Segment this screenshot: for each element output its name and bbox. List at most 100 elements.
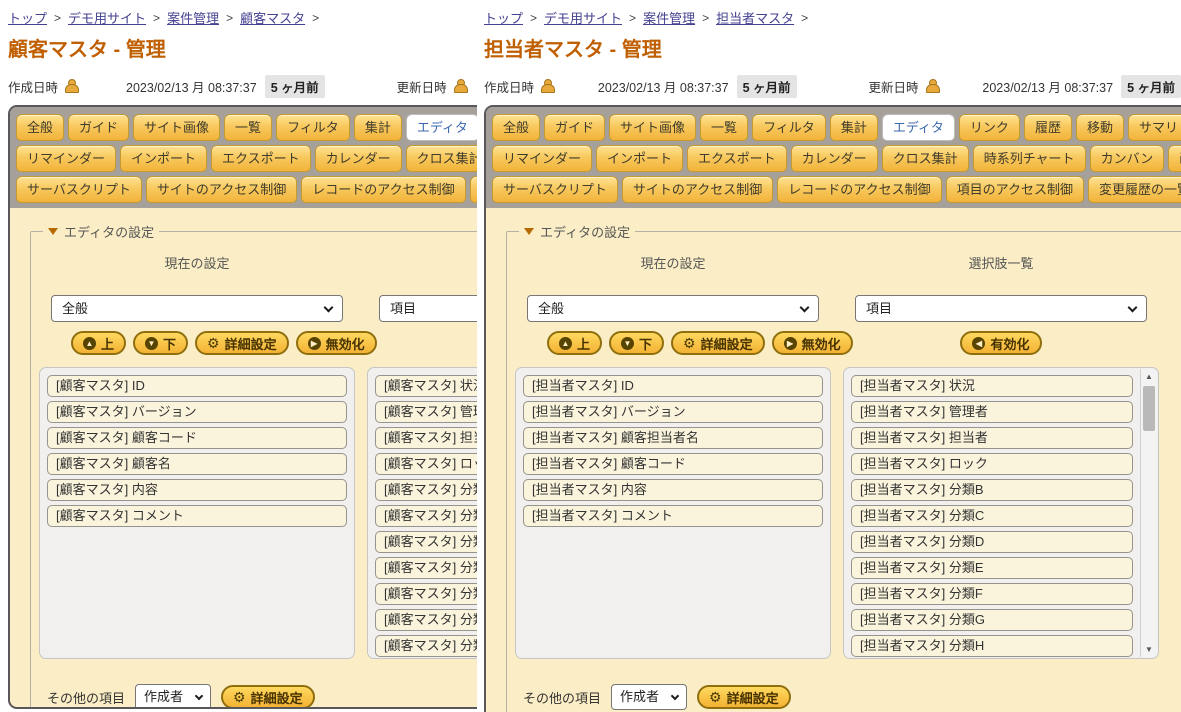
collapse-triangle-icon[interactable] [48,228,58,235]
scrollbar-thumb[interactable] [1143,386,1155,431]
tab[interactable]: サーバスクリプト [492,176,618,203]
other-fields-select[interactable]: 作成者 [611,684,687,710]
tab[interactable]: 変更履歴の一覧 [1088,176,1181,203]
field-item[interactable]: [担当者マスタ] 顧客担当者名 [523,427,823,449]
choices-list[interactable]: [担当者マスタ] 状況[担当者マスタ] 管理者[担当者マスタ] 担当者[担当者マ… [843,367,1159,659]
other-fields-select[interactable]: 作成者 [135,684,211,709]
field-item[interactable]: [顧客マスタ] ロック [375,453,477,475]
tab[interactable]: サマリ [1128,114,1181,141]
tab[interactable]: カレンダー [315,145,402,172]
field-item[interactable]: [顧客マスタ] コメント [47,505,347,527]
choices-select[interactable]: 項目 [379,295,477,322]
scrollbar-up-button[interactable]: ▲ [1141,369,1157,384]
tab[interactable]: サイト画像 [133,114,220,141]
tab[interactable]: 集計 [830,114,878,141]
breadcrumb-link[interactable]: 案件管理 [643,8,695,27]
tab[interactable]: 履歴 [1024,114,1072,141]
scrollbar[interactable]: ▲ ▼ [1140,369,1157,657]
tab[interactable]: 全般 [492,114,540,141]
tab[interactable]: 項目のアクセス制御 [946,176,1084,203]
field-item[interactable]: [担当者マスタ] 分類H [851,635,1133,657]
field-item[interactable]: [顧客マスタ] 顧客コード [47,427,347,449]
advanced-settings-button[interactable]: ⚙詳細設定 [671,331,765,355]
field-item[interactable]: [顧客マスタ] 分類G [375,609,477,631]
tab[interactable]: ガイド [544,114,605,141]
tab[interactable]: ガイド [68,114,129,141]
choices-list[interactable]: [顧客マスタ] 状況 [顧客マスタ] 管理者 [顧客マスタ] 担当者 [顧客マスタ] … [367,367,477,659]
field-item[interactable]: [顧客マスタ] 状況 [375,375,477,397]
move-up-button[interactable]: ▲上 [71,331,126,355]
tab[interactable]: クロス集計 [406,145,477,172]
field-item[interactable]: [顧客マスタ] 管理者 [375,401,477,423]
tab[interactable]: クロス集計 [882,145,969,172]
breadcrumb-link[interactable]: デモ用サイト [68,8,146,27]
tab[interactable]: インポート [120,145,207,172]
tab[interactable]: インポート [596,145,683,172]
breadcrumb-link[interactable]: 担当者マスタ [716,8,794,27]
tab[interactable]: サイト画像 [609,114,696,141]
tab[interactable]: レコードのアクセス制御 [777,176,941,203]
current-items-list[interactable]: [顧客マスタ] ID [顧客マスタ] バージョン [顧客マスタ] 顧客コード [顧客マ… [39,367,355,659]
tab[interactable]: 項目のアクセス制御 [470,176,477,203]
breadcrumb-link[interactable]: デモ用サイト [544,8,622,27]
field-item[interactable]: [担当者マスタ] 分類D [851,531,1133,553]
tab[interactable]: レコードのアクセス制御 [301,176,465,203]
field-item[interactable]: [顧客マスタ] 分類E [375,557,477,579]
field-item[interactable]: [担当者マスタ] コメント [523,505,823,527]
tab[interactable]: 一覧 [700,114,748,141]
disable-button[interactable]: ▶無効化 [772,331,853,355]
move-up-button[interactable]: ▲上 [547,331,602,355]
field-item[interactable]: [担当者マスタ] ロック [851,453,1133,475]
tab[interactable]: カンバン [1090,145,1165,172]
tab[interactable]: エクスポート [687,145,787,172]
field-item[interactable]: [担当者マスタ] バージョン [523,401,823,423]
field-item[interactable]: [担当者マスタ] 内容 [523,479,823,501]
breadcrumb-link[interactable]: トップ [484,8,523,27]
current-settings-select[interactable]: 全般 [527,295,819,322]
field-item[interactable]: [顧客マスタ] 分類B [375,479,477,501]
advanced-settings-button[interactable]: ⚙詳細設定 [697,685,791,709]
choices-select[interactable]: 項目 [855,295,1147,322]
scrollbar-down-button[interactable]: ▼ [1141,642,1157,657]
current-settings-select[interactable]: 全般 [51,295,343,322]
tab[interactable]: フィルタ [276,114,350,141]
field-item[interactable]: [担当者マスタ] 担当者 [851,427,1133,449]
move-down-button[interactable]: ▼下 [133,331,188,355]
disable-button[interactable]: ▶無効化 [296,331,377,355]
current-items-list[interactable]: [担当者マスタ] ID [担当者マスタ] バージョン [担当者マスタ] 顧客担当者名… [515,367,831,659]
tab[interactable]: 全般 [16,114,64,141]
tab[interactable]: 一覧 [224,114,272,141]
tab[interactable]: エディタ [406,114,477,141]
field-item[interactable]: [担当者マスタ] 分類G [851,609,1133,631]
tab[interactable]: 時系列チャート [973,145,1086,172]
tab[interactable]: サイトのアクセス制御 [622,176,773,203]
field-item[interactable]: [顧客マスタ] 分類H [375,635,477,657]
tab[interactable]: フィルタ [752,114,826,141]
tab[interactable]: 画像ライブラリ [1168,145,1181,172]
tab[interactable]: サーバスクリプト [16,176,142,203]
field-item[interactable]: [担当者マスタ] 顧客コード [523,453,823,475]
tab[interactable]: 集計 [354,114,402,141]
field-item[interactable]: [担当者マスタ] 分類C [851,505,1133,527]
move-down-button[interactable]: ▼下 [609,331,664,355]
tab[interactable]: カレンダー [791,145,878,172]
advanced-settings-button[interactable]: ⚙詳細設定 [195,331,289,355]
breadcrumb-link[interactable]: 案件管理 [167,8,219,27]
tab[interactable]: リマインダー [492,145,592,172]
field-item[interactable]: [顧客マスタ] ID [47,375,347,397]
breadcrumb-link[interactable]: 顧客マスタ [240,8,305,27]
advanced-settings-button[interactable]: ⚙詳細設定 [221,685,315,709]
field-item[interactable]: [顧客マスタ] 内容 [47,479,347,501]
enable-button[interactable]: ◀有効化 [960,331,1041,355]
tab[interactable]: エクスポート [211,145,311,172]
field-item[interactable]: [顧客マスタ] 担当者 [375,427,477,449]
field-item[interactable]: [担当者マスタ] 状況 [851,375,1133,397]
field-item[interactable]: [顧客マスタ] 顧客名 [47,453,347,475]
field-item[interactable]: [顧客マスタ] 分類D [375,531,477,553]
breadcrumb-link[interactable]: トップ [8,8,47,27]
tab[interactable]: 移動 [1076,114,1124,141]
field-item[interactable]: [担当者マスタ] 分類E [851,557,1133,579]
tab[interactable]: エディタ [882,114,955,141]
field-item[interactable]: [顧客マスタ] バージョン [47,401,347,423]
field-item[interactable]: [担当者マスタ] ID [523,375,823,397]
